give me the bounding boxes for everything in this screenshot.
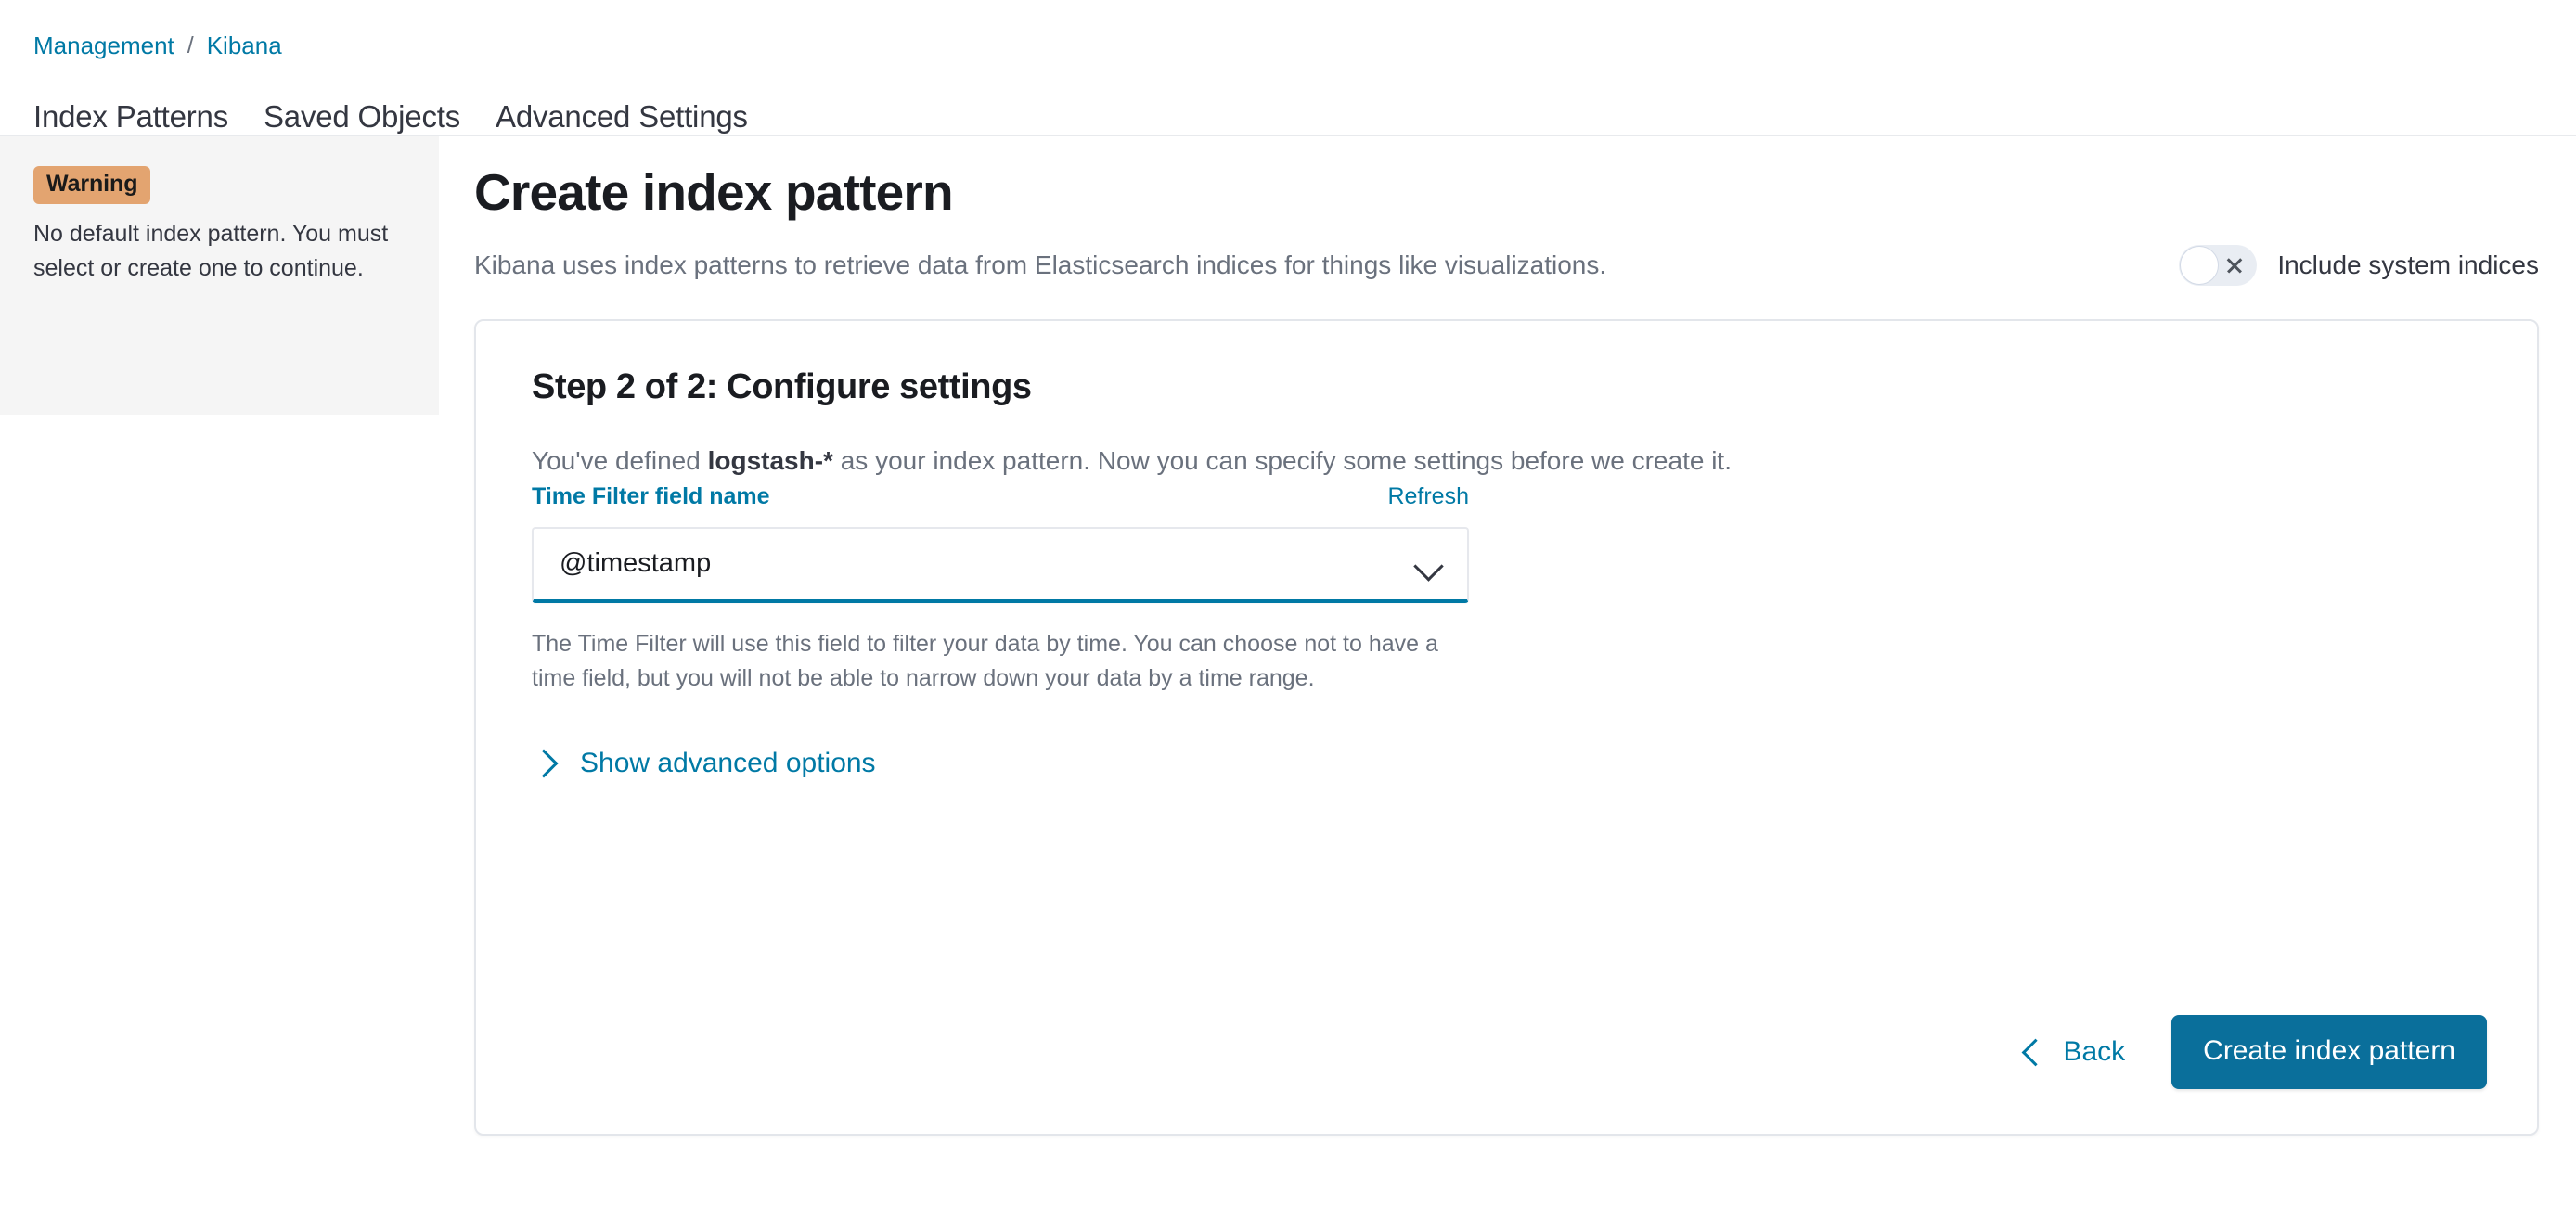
back-button-label: Back (2063, 1035, 2126, 1067)
page-body: Warning No default index pattern. You mu… (0, 135, 2576, 1175)
tab-index-patterns[interactable]: Index Patterns (33, 99, 228, 135)
status-badge-warning: Warning (33, 166, 151, 204)
tab-saved-objects[interactable]: Saved Objects (264, 99, 460, 135)
time-filter-field-label: Time Filter field name (532, 482, 770, 509)
index-pattern-value: logstash-* (707, 445, 833, 475)
chevron-left-icon (2022, 1038, 2042, 1066)
time-field-selected-value: @timestamp (560, 548, 712, 578)
toggle-switch-knob (2180, 245, 2220, 285)
page-subtitle: Kibana uses index patterns to retrieve d… (474, 250, 1607, 279)
sidebar-warning-panel: Warning No default index pattern. You mu… (0, 136, 439, 415)
chevron-right-icon (532, 748, 556, 779)
breadcrumb-item-management[interactable]: Management (33, 32, 174, 60)
show-advanced-options-toggle[interactable]: Show advanced options (532, 748, 876, 779)
breadcrumb-item-kibana[interactable]: Kibana (207, 32, 282, 60)
breadcrumb-separator: / (187, 32, 194, 58)
page-title: Create index pattern (474, 163, 954, 221)
time-field-select[interactable]: @timestamp (532, 526, 1469, 603)
chevron-down-icon (1415, 556, 1443, 572)
tab-advanced-settings[interactable]: Advanced Settings (496, 99, 748, 135)
sidebar-warning-text: No default index pattern. You must selec… (33, 221, 389, 281)
main-content: Create index pattern Kibana uses index p… (439, 136, 2576, 1136)
management-tabs: Index Patterns Saved Objects Advanced Se… (0, 60, 2576, 135)
breadcrumb: Management / Kibana (0, 0, 2576, 60)
subtitle-row: Kibana uses index patterns to retrieve d… (474, 244, 2539, 286)
step-description-prefix: You've defined (532, 445, 708, 475)
time-field-label-row: Time Filter field name Refresh (532, 483, 1469, 510)
close-x-icon (2225, 256, 2244, 275)
include-system-indices-label: Include system indices (2277, 250, 2539, 279)
step-description: You've defined logstash-* as your index … (532, 446, 2487, 476)
step-description-suffix: as your index pattern. Now you can speci… (832, 445, 1732, 475)
refresh-fields-link[interactable]: Refresh (1387, 483, 1469, 510)
time-field-help-text: The Time Filter will use this field to f… (532, 630, 1438, 691)
create-index-pattern-button[interactable]: Create index pattern (2171, 1014, 2487, 1089)
toggle-switch-track[interactable] (2179, 244, 2258, 286)
step-title: Step 2 of 2: Configure settings (532, 366, 1032, 406)
panel-footer: Back Create index pattern (2015, 1014, 2487, 1089)
back-button[interactable]: Back (2015, 1027, 2132, 1077)
configure-settings-panel: Step 2 of 2: Configure settings You've d… (474, 318, 2539, 1136)
show-advanced-options-label: Show advanced options (580, 747, 876, 778)
include-system-indices-toggle[interactable]: Include system indices (2179, 244, 2539, 286)
